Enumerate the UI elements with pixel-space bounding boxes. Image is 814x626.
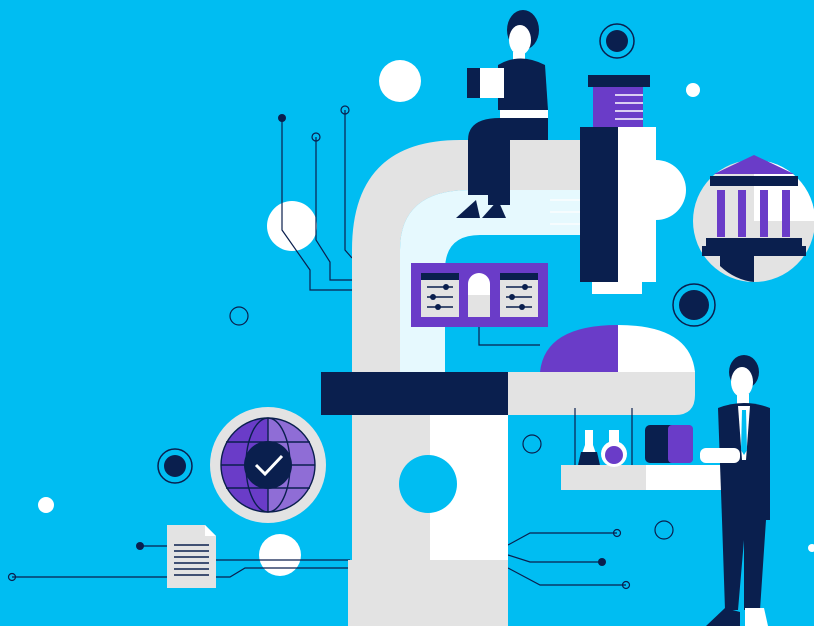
control-panel: [411, 263, 548, 327]
document-icon: [167, 525, 216, 588]
microscope-scene: [0, 0, 814, 626]
globe-checkmark-icon: [210, 407, 326, 523]
microscope-stage: [321, 372, 695, 415]
